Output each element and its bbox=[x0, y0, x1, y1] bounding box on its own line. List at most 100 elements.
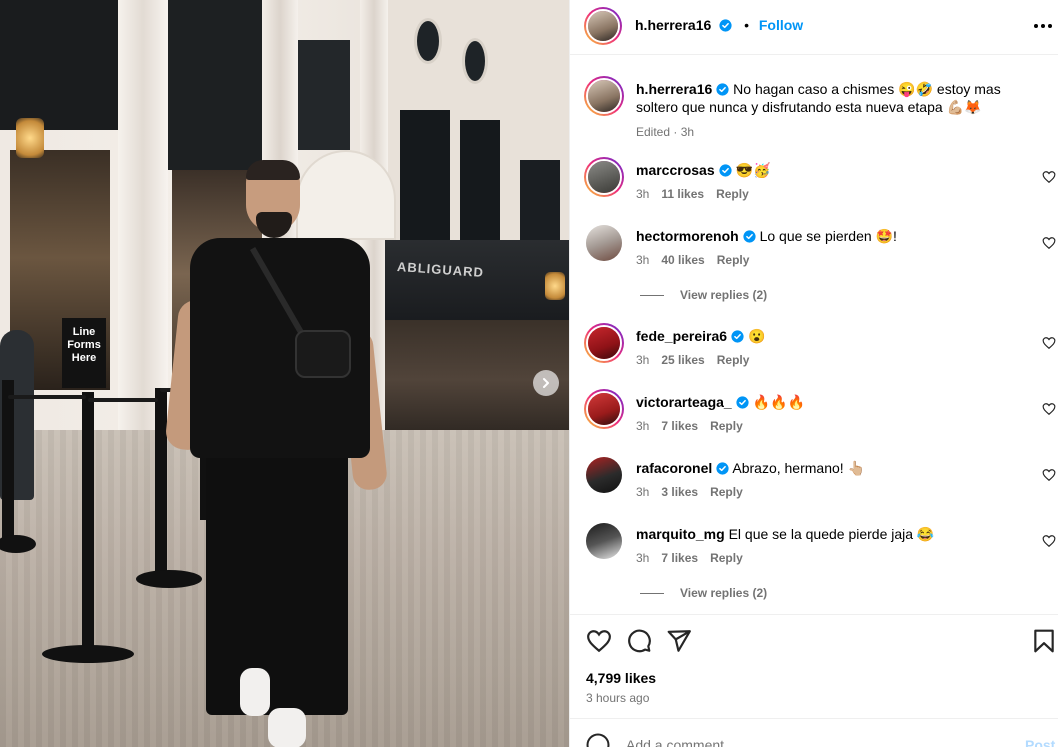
verified-badge-icon bbox=[719, 19, 732, 32]
view-replies-button[interactable]: View replies (2) bbox=[640, 586, 767, 600]
avatar[interactable] bbox=[586, 457, 622, 493]
verified-badge-icon bbox=[719, 164, 732, 177]
sneaker bbox=[268, 708, 306, 747]
share-icon[interactable] bbox=[666, 628, 692, 654]
window bbox=[460, 120, 500, 250]
caption-body: h.herrera16 No hagan caso a chismes 😜🤣 e… bbox=[636, 80, 1031, 141]
comment-username[interactable]: hectormorenoh bbox=[636, 228, 739, 244]
avatar[interactable] bbox=[584, 76, 624, 116]
photo-sign: Line Forms Here bbox=[62, 318, 106, 388]
rope bbox=[8, 395, 86, 399]
heart-icon[interactable] bbox=[586, 628, 612, 654]
sneaker bbox=[240, 668, 270, 716]
balcony-right bbox=[290, 40, 350, 150]
avatar[interactable] bbox=[586, 225, 622, 261]
avatar[interactable] bbox=[584, 389, 624, 429]
comment-body: fede_pereira6 😮 3h 25 likes Reply bbox=[636, 327, 1031, 369]
comment-body: marquito_mg El que se la quede pierde ja… bbox=[636, 525, 1031, 567]
reply-button[interactable]: Reply bbox=[717, 253, 750, 267]
reply-button[interactable]: Reply bbox=[710, 551, 743, 565]
round-window bbox=[414, 18, 442, 64]
comment-time: 3h bbox=[636, 485, 650, 499]
balcony-center bbox=[165, 0, 270, 170]
verified-badge-icon bbox=[716, 83, 729, 96]
post-side-panel: h.herrera16 • Follow h.herrera16 No haga… bbox=[569, 0, 1058, 747]
view-replies-label: View replies (2) bbox=[680, 288, 768, 302]
comment-time: 3h bbox=[636, 187, 650, 201]
heart-icon[interactable] bbox=[1042, 402, 1056, 416]
heart-icon[interactable] bbox=[1042, 468, 1056, 482]
comment-likes[interactable]: 7 likes bbox=[661, 551, 698, 565]
person-legs bbox=[206, 445, 348, 715]
comment-body: hectormorenoh Lo que se pierden 🤩! 3h 40 … bbox=[636, 227, 1031, 269]
wall-lamp bbox=[545, 272, 565, 300]
avatar[interactable] bbox=[584, 157, 624, 197]
comment-time: 3h bbox=[636, 551, 650, 565]
heart-icon[interactable] bbox=[1042, 236, 1056, 250]
next-photo-button[interactable] bbox=[533, 370, 559, 396]
comment-likes[interactable]: 25 likes bbox=[661, 353, 704, 367]
crossbody-bag bbox=[295, 330, 351, 378]
comment-username[interactable]: fede_pereira6 bbox=[636, 328, 727, 344]
store-awning: ABLIGUARD bbox=[385, 240, 569, 320]
post-comment-button[interactable]: Post bbox=[1025, 737, 1055, 747]
comment-likes[interactable]: 7 likes bbox=[661, 419, 698, 433]
divider bbox=[640, 294, 664, 296]
likes-count[interactable]: 4,799 likes bbox=[586, 670, 656, 686]
stanchion bbox=[82, 392, 94, 654]
comment-likes[interactable]: 3 likes bbox=[661, 485, 698, 499]
storefront-sign: ABLIGUARD bbox=[396, 258, 485, 281]
window bbox=[520, 160, 560, 250]
follow-button[interactable]: Follow bbox=[759, 17, 803, 33]
comment-likes[interactable]: 40 likes bbox=[661, 253, 704, 267]
comment-text: 😮 bbox=[747, 328, 766, 344]
verified-badge-icon bbox=[731, 330, 744, 343]
verified-badge-icon bbox=[716, 462, 729, 475]
avatar[interactable] bbox=[586, 523, 622, 559]
reply-button[interactable]: Reply bbox=[717, 353, 750, 367]
more-icon-dot bbox=[1048, 24, 1052, 28]
heart-icon[interactable] bbox=[1042, 336, 1056, 350]
comment-username[interactable]: victorarteaga_ bbox=[636, 394, 732, 410]
add-comment-input[interactable] bbox=[626, 737, 1006, 747]
avatar[interactable] bbox=[584, 7, 622, 45]
post-photo: ABLIGUARD Line Forms Here bbox=[0, 0, 569, 747]
more-icon bbox=[1034, 24, 1038, 28]
round-window bbox=[462, 38, 488, 84]
smiley-icon[interactable] bbox=[586, 733, 610, 747]
comment-time: 3h bbox=[636, 419, 650, 433]
column bbox=[118, 0, 168, 440]
heart-icon[interactable] bbox=[1042, 170, 1056, 184]
header-user: h.herrera16 • Follow bbox=[635, 16, 803, 34]
more-options-button[interactable] bbox=[1031, 16, 1055, 36]
rope bbox=[88, 398, 158, 402]
comment-username[interactable]: marquito_mg bbox=[636, 526, 725, 542]
comment-text: Lo que se pierden 🤩! bbox=[759, 228, 897, 244]
comment-username[interactable]: rafacoronel bbox=[636, 460, 712, 476]
stanchion-base bbox=[42, 645, 134, 663]
heart-icon[interactable] bbox=[1042, 534, 1056, 548]
post-time: 3 hours ago bbox=[586, 691, 650, 705]
stanchion-base bbox=[136, 570, 202, 588]
comment-time: 3h bbox=[636, 253, 650, 267]
comment-likes[interactable]: 11 likes bbox=[661, 187, 704, 201]
person-hair bbox=[246, 160, 300, 180]
post-header: h.herrera16 • Follow bbox=[570, 0, 1058, 55]
view-replies-label: View replies (2) bbox=[680, 586, 768, 600]
avatar[interactable] bbox=[584, 323, 624, 363]
comment-text: 😎🥳 bbox=[735, 162, 771, 178]
more-icon-dot bbox=[1041, 24, 1045, 28]
reply-button[interactable]: Reply bbox=[716, 187, 749, 201]
bookmark-icon[interactable] bbox=[1031, 628, 1057, 654]
reply-button[interactable]: Reply bbox=[710, 485, 743, 499]
comment-username[interactable]: marccrosas bbox=[636, 162, 715, 178]
verified-badge-icon bbox=[743, 230, 756, 243]
comment-icon[interactable] bbox=[626, 628, 652, 654]
comment-body: victorarteaga_ 🔥🔥🔥 3h 7 likes Reply bbox=[636, 393, 1031, 435]
view-replies-button[interactable]: View replies (2) bbox=[640, 288, 767, 302]
author-username[interactable]: h.herrera16 bbox=[635, 17, 711, 33]
chevron-right-icon bbox=[543, 378, 549, 388]
reply-button[interactable]: Reply bbox=[710, 419, 743, 433]
comment-time: 3h bbox=[636, 353, 650, 367]
caption-username[interactable]: h.herrera16 bbox=[636, 81, 712, 97]
